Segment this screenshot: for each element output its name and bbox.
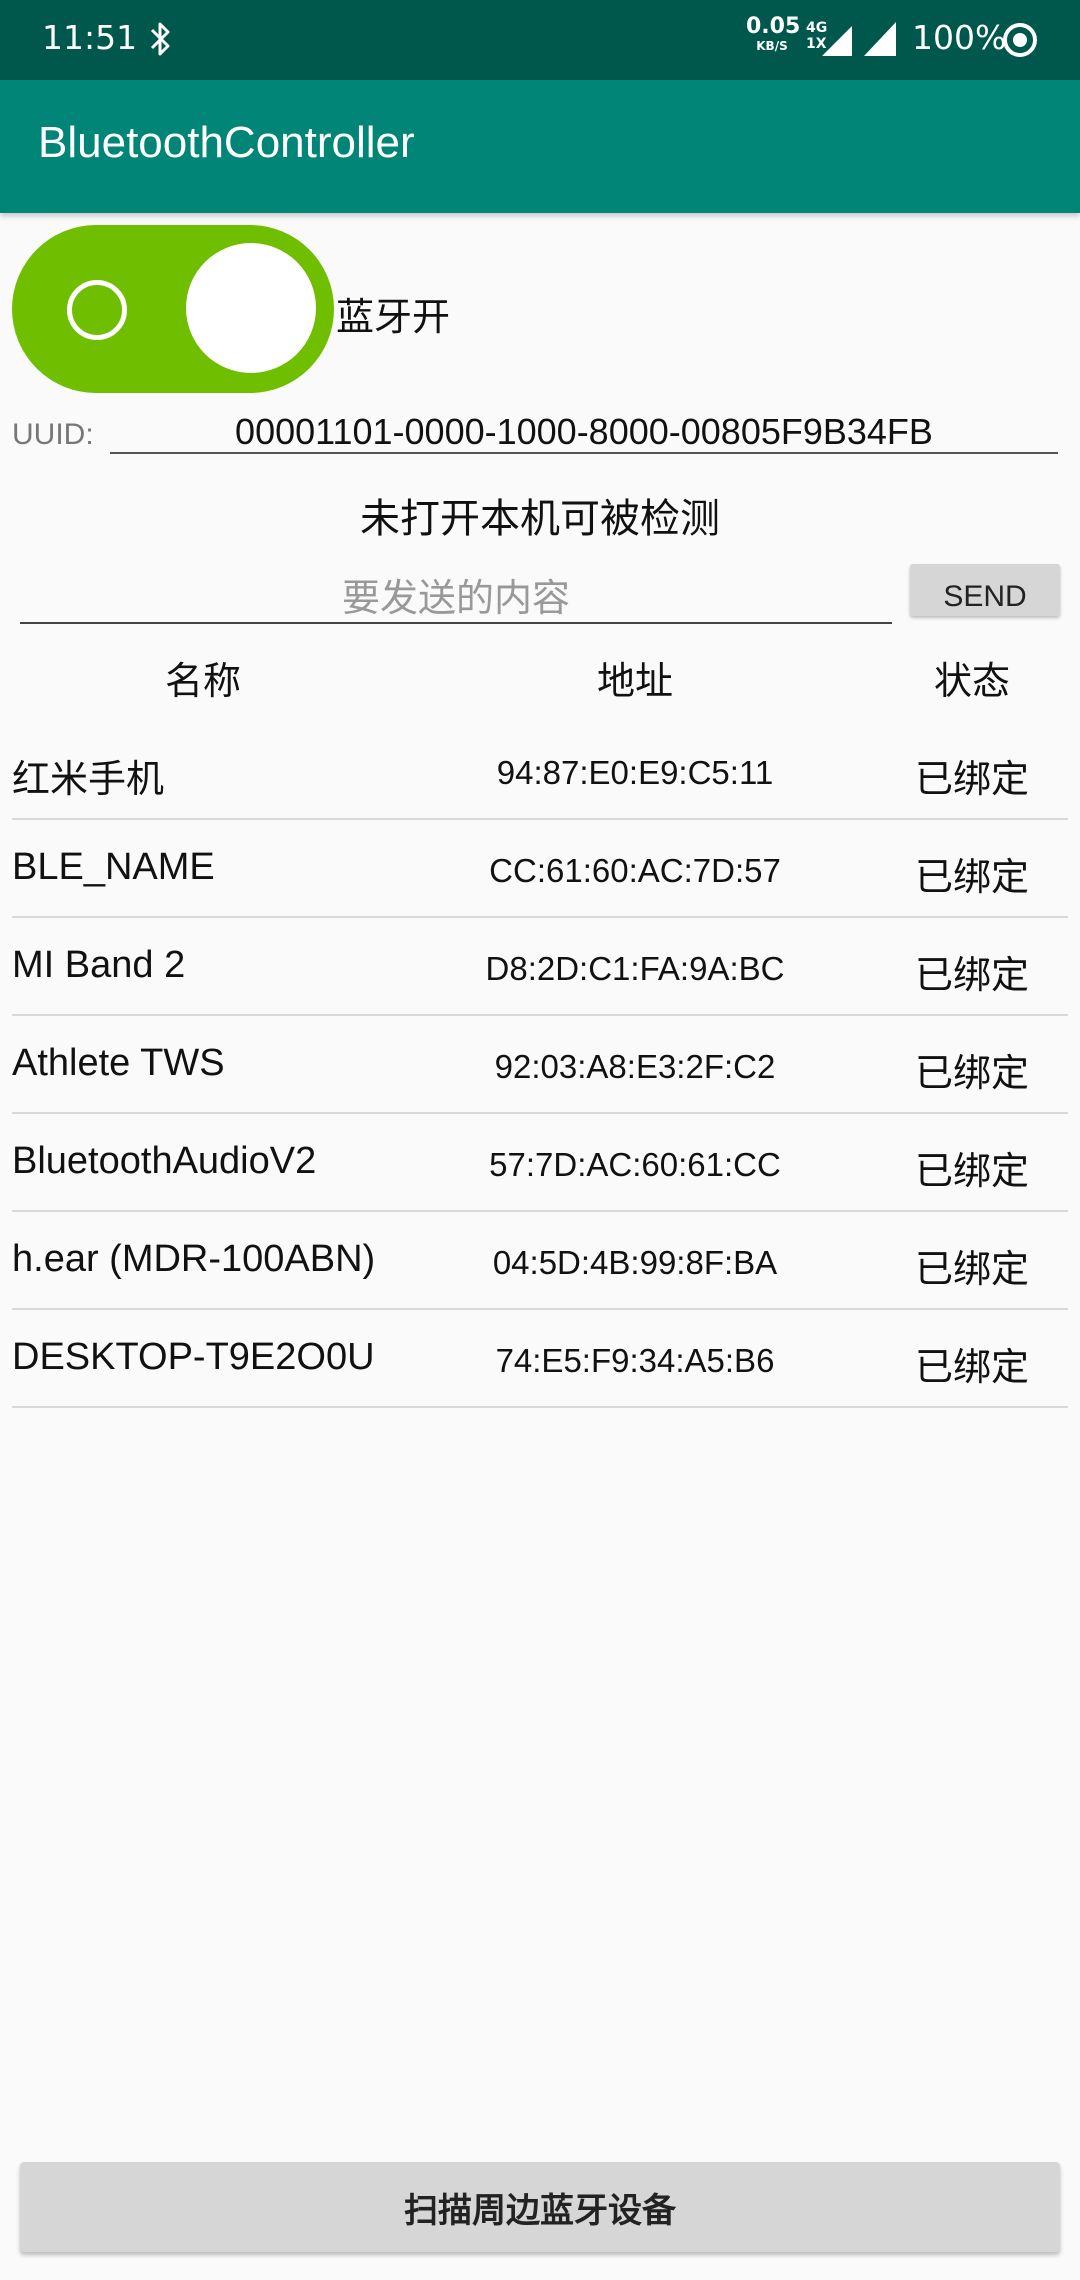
- signal-icon: [822, 26, 852, 56]
- device-name: DESKTOP-T9E2O0U: [12, 1336, 375, 1378]
- device-name: 红米手机: [12, 759, 165, 801]
- device-status: 已绑定: [914, 757, 1029, 801]
- status-time: 11:51: [42, 18, 138, 57]
- battery-percent: 100%: [912, 18, 1007, 57]
- device-address: 04:5D:4B:99:8F:BA: [492, 1244, 778, 1281]
- app-title: BluetoothController: [38, 118, 415, 167]
- net-speed-unit: KB/S: [756, 39, 788, 53]
- device-address: 74:E5:F9:34:A5:B6: [495, 1342, 775, 1379]
- device-address: 92:03:A8:E3:2F:C2: [494, 1048, 776, 1085]
- device-row[interactable]: BluetoothAudioV2 57:7D:AC:60:61:CC 已绑定: [0, 1114, 1080, 1212]
- signal-icon: [864, 22, 896, 56]
- device-address: D8:2D:C1:FA:9A:BC: [485, 950, 785, 987]
- toggle-thumb: [186, 243, 316, 373]
- bluetooth-icon: [150, 22, 170, 56]
- device-row[interactable]: h.ear (MDR-100ABN) 04:5D:4B:99:8F:BA 已绑定: [0, 1212, 1080, 1310]
- device-table-header: 名称 地址 状态: [0, 650, 1080, 710]
- device-name: BluetoothAudioV2: [12, 1140, 317, 1182]
- ring-icon: [1003, 23, 1037, 57]
- device-address: CC:61:60:AC:7D:57: [489, 852, 781, 889]
- send-button[interactable]: SEND: [910, 564, 1060, 616]
- device-address: 57:7D:AC:60:61:CC: [489, 1146, 781, 1183]
- device-name: MI Band 2: [12, 944, 186, 986]
- app-bar: BluetoothController: [0, 80, 1080, 213]
- device-list: 红米手机 94:87:E0:E9:C5:11 已绑定 BLE_NAME CC:6…: [0, 722, 1080, 1408]
- discoverable-status: 未打开本机可被检测: [360, 496, 720, 542]
- send-content-input[interactable]: [20, 574, 892, 624]
- status-bar: 11:51 0.05 KB/S 4G 1X 100%: [0, 0, 1080, 80]
- device-status: 已绑定: [914, 1345, 1029, 1389]
- device-row[interactable]: BLE_NAME CC:61:60:AC:7D:57 已绑定: [0, 820, 1080, 918]
- device-status: 已绑定: [914, 953, 1029, 997]
- device-row[interactable]: 红米手机 94:87:E0:E9:C5:11 已绑定: [0, 722, 1080, 820]
- device-status: 已绑定: [914, 1149, 1029, 1193]
- net-speed: 0.05 KB/S: [746, 14, 801, 53]
- header-status: 状态: [933, 659, 1010, 703]
- toggle-on-indicator-icon: [67, 280, 127, 340]
- device-status: 已绑定: [914, 1051, 1029, 1095]
- device-status: 已绑定: [914, 1247, 1029, 1291]
- device-name: BLE_NAME: [12, 846, 215, 888]
- device-address: 94:87:E0:E9:C5:11: [496, 754, 774, 791]
- uuid-label: UUID:: [12, 418, 94, 451]
- device-row[interactable]: DESKTOP-T9E2O0U 74:E5:F9:34:A5:B6 已绑定: [0, 1310, 1080, 1408]
- scan-devices-button[interactable]: 扫描周边蓝牙设备: [20, 2162, 1060, 2252]
- header-name: 名称: [164, 659, 241, 703]
- device-row[interactable]: Athlete TWS 92:03:A8:E3:2F:C2 已绑定: [0, 1016, 1080, 1114]
- uuid-field[interactable]: 00001101-0000-1000-8000-00805F9B34FB: [110, 412, 1058, 454]
- device-status: 已绑定: [914, 855, 1029, 899]
- net-speed-value: 0.05: [746, 14, 801, 39]
- header-address: 地址: [596, 659, 673, 703]
- bluetooth-toggle[interactable]: [12, 225, 334, 393]
- device-name: h.ear (MDR-100ABN): [12, 1238, 376, 1280]
- bluetooth-toggle-label: 蓝牙开: [336, 295, 451, 339]
- device-name: Athlete TWS: [12, 1042, 225, 1084]
- device-row[interactable]: MI Band 2 D8:2D:C1:FA:9A:BC 已绑定: [0, 918, 1080, 1016]
